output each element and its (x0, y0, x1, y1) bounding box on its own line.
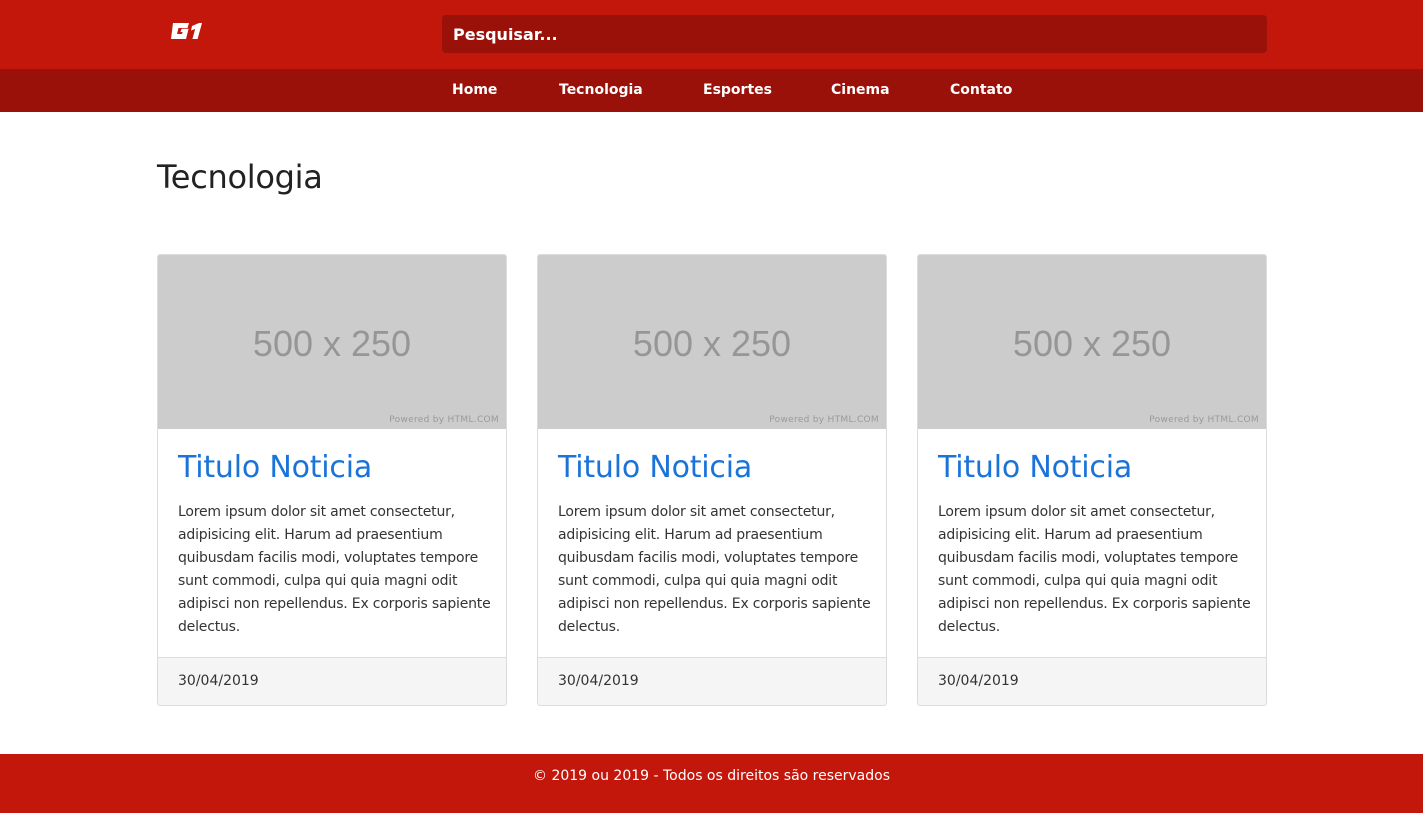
nav-item-home[interactable]: Home (452, 69, 497, 112)
g1-logo[interactable] (169, 17, 209, 45)
news-date: 30/04/2019 (178, 673, 259, 689)
image-credit: Powered by HTML.COM (769, 415, 879, 425)
news-image-placeholder[interactable]: 500 x 250 Powered by HTML.COM (918, 255, 1266, 429)
news-card: 500 x 250 Powered by HTML.COM Titulo Not… (917, 254, 1267, 706)
search-box (442, 15, 1267, 53)
image-size-label: 500 x 250 (252, 323, 412, 364)
top-header (0, 0, 1423, 69)
search-input[interactable] (442, 15, 1267, 53)
g1-logo-mark (171, 23, 202, 39)
image-size-label: 500 x 250 (632, 323, 792, 364)
nav-item-esportes[interactable]: Esportes (703, 69, 772, 112)
image-size-label: 500 x 250 (1012, 323, 1172, 364)
page-title: Tecnologia (157, 158, 323, 196)
news-title-link[interactable]: Titulo Noticia (558, 450, 752, 485)
copyright-text: © 2019 ou 2019 - Todos os direitos são r… (533, 768, 890, 784)
news-card: 500 x 250 Powered by HTML.COM Titulo Not… (537, 254, 887, 706)
image-credit: Powered by HTML.COM (389, 415, 499, 425)
news-image-placeholder[interactable]: 500 x 250 Powered by HTML.COM (158, 255, 506, 429)
site-footer: © 2019 ou 2019 - Todos os direitos são r… (0, 754, 1423, 813)
news-card-footer: 30/04/2019 (918, 657, 1266, 705)
news-date: 30/04/2019 (558, 673, 639, 689)
news-card-footer: 30/04/2019 (538, 657, 886, 705)
nav-item-tecnologia[interactable]: Tecnologia (559, 69, 643, 112)
nav-item-cinema[interactable]: Cinema (831, 69, 890, 112)
news-summary: Lorem ipsum dolor sit amet consectetur, … (178, 504, 491, 635)
news-card: 500 x 250 Powered by HTML.COM Titulo Not… (157, 254, 507, 706)
news-summary: Lorem ipsum dolor sit amet consectetur, … (558, 504, 871, 635)
news-summary: Lorem ipsum dolor sit amet consectetur, … (938, 504, 1251, 635)
news-image-placeholder[interactable]: 500 x 250 Powered by HTML.COM (538, 255, 886, 429)
news-date: 30/04/2019 (938, 673, 1019, 689)
image-credit: Powered by HTML.COM (1149, 415, 1259, 425)
news-title-link[interactable]: Titulo Noticia (938, 450, 1132, 485)
news-card-footer: 30/04/2019 (158, 657, 506, 705)
nav-item-contato[interactable]: Contato (950, 69, 1012, 112)
news-title-link[interactable]: Titulo Noticia (178, 450, 372, 485)
main-nav: Home Tecnologia Esportes Cinema Contato (0, 69, 1423, 112)
